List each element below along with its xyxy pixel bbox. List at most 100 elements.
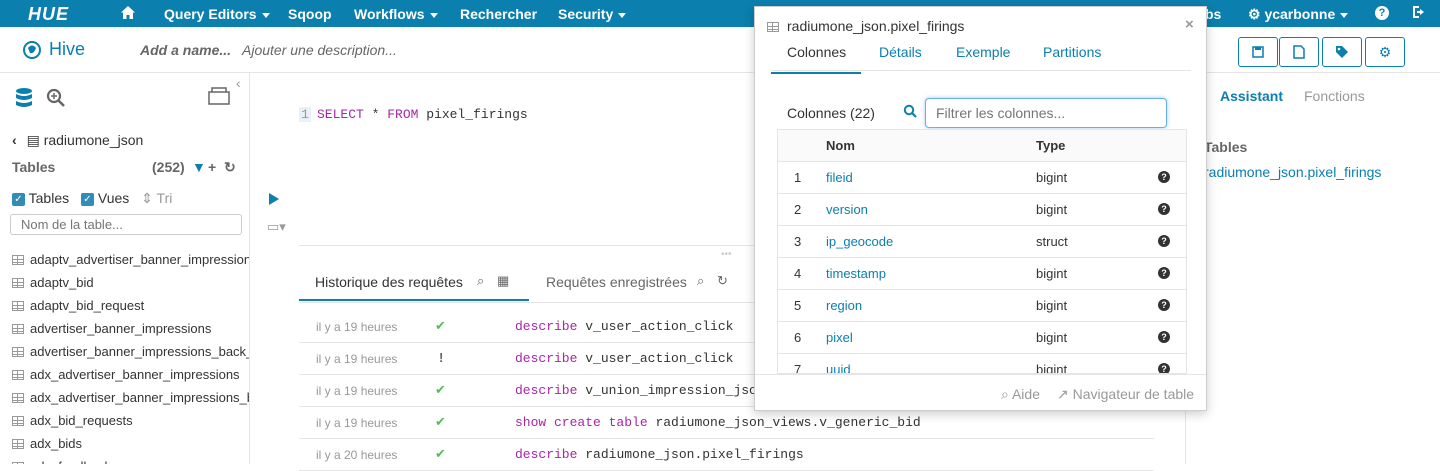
table-list-item[interactable]: adx_feedback: [12, 459, 111, 464]
hdfs-icon[interactable]: [207, 86, 231, 109]
table-list-item[interactable]: advertiser_banner_impressions: [12, 321, 211, 336]
column-row[interactable]: 5 region bigint?: [778, 290, 1186, 322]
column-row[interactable]: 4 timestamp bigint?: [778, 258, 1186, 290]
help-link[interactable]: ⌕ Aide: [1001, 386, 1040, 403]
hue-logo[interactable]: HUE: [28, 4, 69, 25]
home-icon[interactable]: [120, 5, 136, 23]
question-icon[interactable]: ?: [1158, 267, 1170, 279]
tab-functions[interactable]: Fonctions: [1304, 88, 1365, 104]
calendar-icon[interactable]: ▦: [497, 273, 509, 289]
nav-workflows[interactable]: Workflows: [354, 6, 438, 22]
database-breadcrumb[interactable]: ‹ ▤ radiumone_json: [12, 132, 143, 149]
history-row[interactable]: il y a 19 heures ✔ show create table radiu…: [299, 407, 1154, 439]
resize-handle[interactable]: •••: [721, 249, 732, 260]
column-name-link[interactable]: version: [826, 202, 868, 217]
tags-button[interactable]: [1322, 37, 1362, 67]
sort-label[interactable]: Tri: [157, 190, 173, 206]
sort-icon[interactable]: ⇕: [141, 190, 153, 206]
nav-security[interactable]: Security: [558, 6, 627, 22]
table-list-item[interactable]: adx_bids: [12, 436, 82, 451]
column-name-link[interactable]: pixel: [826, 330, 853, 345]
tab-saved-queries[interactable]: Requêtes enregistrées ⌕ ↻: [531, 263, 769, 301]
table-search-input[interactable]: [10, 214, 242, 235]
table-link[interactable]: radiumone_json.pixel_firings: [1204, 164, 1381, 180]
column-name-link[interactable]: timestamp: [826, 266, 886, 281]
search-icon[interactable]: ⌕: [477, 273, 484, 289]
table-name: adaptv_bid_request: [30, 298, 145, 313]
new-document-button[interactable]: [1279, 37, 1319, 67]
database-icon[interactable]: [14, 87, 34, 112]
close-icon[interactable]: ×: [1185, 16, 1194, 33]
settings-button[interactable]: ⚙: [1365, 37, 1405, 67]
add-icon[interactable]: +: [208, 159, 216, 175]
search-icon[interactable]: ⌕: [697, 273, 704, 289]
question-icon[interactable]: ?: [1158, 171, 1170, 183]
sql-table: pixel_firings: [426, 107, 528, 122]
execute-icon[interactable]: [269, 193, 279, 205]
table-list-item[interactable]: adaptv_bid: [12, 275, 94, 290]
question-icon[interactable]: ?: [1158, 299, 1170, 311]
history-row[interactable]: il y a 20 heures ✔ describe radiumone_json…: [299, 439, 1154, 471]
table-navigator-link[interactable]: ↗ Navigateur de table: [1057, 386, 1194, 403]
tab-details[interactable]: Détails: [879, 44, 922, 60]
filter-icon[interactable]: ▼: [192, 159, 206, 175]
history-time: il y a 19 heures: [316, 320, 398, 334]
table-icon: [12, 438, 24, 449]
tab-partitions[interactable]: Partitions: [1043, 44, 1101, 60]
query-name-field[interactable]: Add a name...: [140, 42, 231, 58]
collapse-panel-icon[interactable]: ‹: [236, 75, 241, 91]
snippet-menu-icon[interactable]: ▭▾: [267, 219, 286, 235]
warning-icon: !: [439, 350, 444, 365]
table-filters: ✓ Tables ✓ Vues ⇕ Tri: [12, 190, 172, 207]
columns-table: Nom Type 1 fileid bigint? 2 version bigint? 3 i…: [777, 129, 1187, 374]
checkbox-tables[interactable]: ✓: [12, 192, 25, 206]
search-icon: [903, 104, 917, 121]
table-list-item[interactable]: adaptv_advertiser_banner_impression: [12, 252, 249, 267]
question-icon[interactable]: ?: [1158, 203, 1170, 215]
nav-label: Rechercher: [460, 6, 538, 22]
tab-columns[interactable]: Colonnes: [771, 44, 861, 74]
column-row[interactable]: 3 ip_geocode struct?: [778, 226, 1186, 258]
question-icon[interactable]: ?: [1158, 331, 1170, 343]
column-name-link[interactable]: ip_geocode: [826, 234, 893, 249]
save-button[interactable]: [1238, 37, 1278, 67]
column-row[interactable]: 7 uuid bigint?: [778, 354, 1186, 373]
column-index: 3: [794, 234, 802, 249]
table-link-label: radiumone_json.pixel_firings: [1204, 164, 1382, 180]
query-text[interactable]: SELECT * FROM pixel_firings: [317, 107, 528, 122]
column-filter-input[interactable]: [925, 98, 1167, 128]
table-icon: [12, 415, 24, 426]
table-list-item[interactable]: adx_advertiser_banner_impressions_b: [12, 390, 249, 405]
nav-partial-item[interactable]: bs: [1205, 6, 1221, 22]
query-description-field[interactable]: Ajouter une description...: [242, 42, 397, 58]
history-query: describe v_user_action_click: [515, 351, 733, 366]
table-details-popover: radiumone_json.pixel_firings × Colonnes …: [754, 6, 1207, 411]
logout-icon[interactable]: [1412, 5, 1426, 22]
refresh-icon[interactable]: ↻: [717, 273, 728, 289]
column-name-link[interactable]: region: [826, 298, 862, 313]
nav-sqoop[interactable]: Sqoop: [288, 6, 332, 22]
checkbox-views[interactable]: ✓: [81, 192, 94, 206]
tab-sample[interactable]: Exemple: [956, 44, 1010, 60]
table-list-item[interactable]: adx_advertiser_banner_impressions: [12, 367, 240, 382]
column-name-link[interactable]: fileid: [826, 170, 853, 185]
question-icon[interactable]: ?: [1158, 235, 1170, 247]
nav-query-editors[interactable]: Query Editors: [164, 6, 270, 22]
table-list-item[interactable]: advertiser_banner_impressions_back_: [12, 344, 249, 359]
column-row[interactable]: 2 version bigint?: [778, 194, 1186, 226]
table-list-item[interactable]: adaptv_bid_request: [12, 298, 144, 313]
question-icon[interactable]: ?: [1158, 363, 1170, 373]
column-row[interactable]: 1 fileid bigint?: [778, 162, 1186, 194]
table-list-item[interactable]: adx_bid_requests: [12, 413, 133, 428]
help-icon[interactable]: ?: [1375, 6, 1389, 20]
refresh-icon[interactable]: ↻: [224, 159, 236, 176]
search-icon[interactable]: [46, 88, 66, 111]
left-assist-panel: ‹ ‹ ▤ radiumone_json Tables (252) ▼ + ↻ …: [0, 73, 250, 464]
column-name-link[interactable]: uuid: [826, 362, 851, 373]
column-row[interactable]: 6 pixel bigint?: [778, 322, 1186, 354]
user-menu[interactable]: ⚙ ycarbonne: [1248, 6, 1349, 23]
column-index: 5: [794, 298, 802, 313]
nav-search[interactable]: Rechercher: [460, 6, 537, 22]
tab-history[interactable]: Historique des requêtes ⌕ ▦: [299, 263, 529, 301]
tab-assistant[interactable]: Assistant: [1220, 88, 1283, 104]
